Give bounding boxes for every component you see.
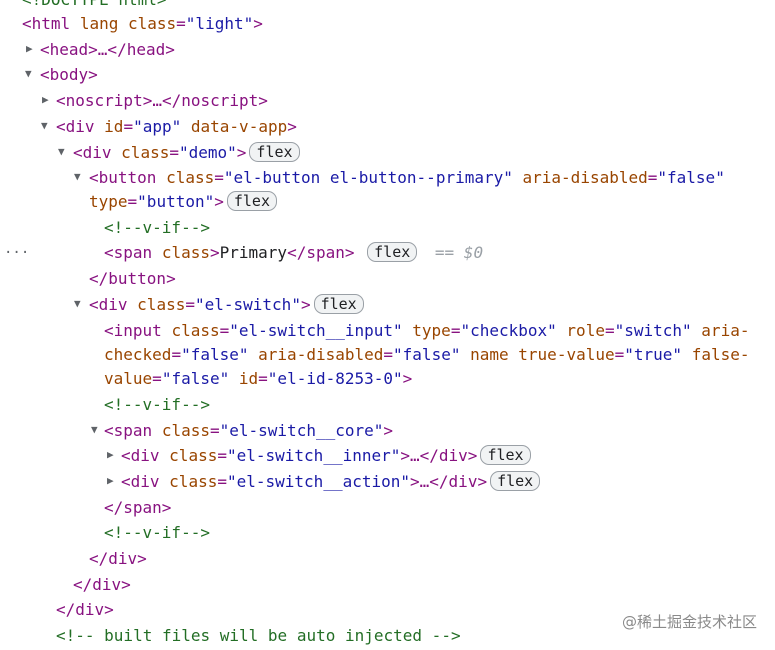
collapse-triangle-icon[interactable]: ▼ <box>74 166 81 188</box>
watermark: @稀土掘金技术社区 <box>621 613 757 631</box>
flex-badge[interactable]: flex <box>490 471 541 491</box>
html-class-attr: class <box>127 14 177 33</box>
html-tag: <html <box>22 14 71 33</box>
more-options-icon[interactable]: ··· <box>4 241 29 265</box>
flex-badge[interactable]: flex <box>313 294 364 314</box>
doctype-text: <!DOCTYPE html> <box>22 0 167 12</box>
selected-marker: == $0 <box>434 243 484 262</box>
flex-badge[interactable]: flex <box>226 191 277 211</box>
flex-badge[interactable]: flex <box>367 242 418 262</box>
expand-triangle-icon[interactable]: ▶ <box>26 38 33 60</box>
html-class-value: "light" <box>185 14 254 33</box>
flex-badge[interactable]: flex <box>480 445 531 465</box>
expand-triangle-icon[interactable]: ▶ <box>107 444 114 466</box>
html-lang-attr: lang <box>79 14 119 33</box>
collapse-triangle-icon[interactable]: ▼ <box>25 63 32 85</box>
expand-triangle-icon[interactable]: ▶ <box>107 470 114 492</box>
collapse-triangle-icon[interactable]: ▼ <box>74 293 81 315</box>
collapse-triangle-icon[interactable]: ▼ <box>58 141 65 163</box>
head-tag: <head>…</head> <box>40 40 175 59</box>
collapse-triangle-icon[interactable]: ▼ <box>41 115 48 137</box>
body-tag: <body> <box>40 65 98 84</box>
noscript-tag: <noscript>…</noscript> <box>56 91 268 110</box>
expand-triangle-icon[interactable]: ▶ <box>42 89 49 111</box>
flex-badge[interactable]: flex <box>249 142 300 162</box>
collapse-triangle-icon[interactable]: ▼ <box>91 419 98 441</box>
